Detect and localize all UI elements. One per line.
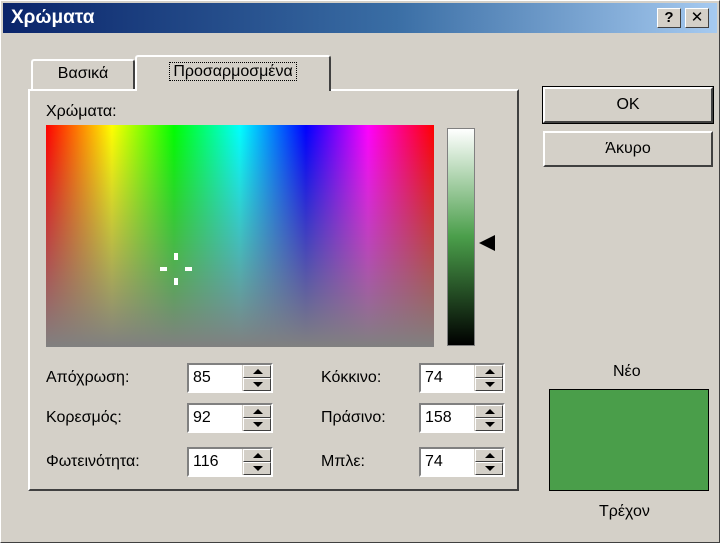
window-title: Χρώματα xyxy=(11,7,95,28)
spin-down-icon xyxy=(253,466,263,471)
spin-up-icon xyxy=(253,453,263,458)
saturation-spinner[interactable] xyxy=(242,405,271,431)
luminance-field[interactable]: 116 xyxy=(187,447,273,477)
luminance-spin-down[interactable] xyxy=(243,462,271,475)
spin-down-icon xyxy=(485,422,495,427)
hue-value: 85 xyxy=(193,369,211,386)
red-spinner[interactable] xyxy=(474,365,503,391)
spin-up-icon xyxy=(485,409,495,414)
red-spin-down[interactable] xyxy=(475,378,503,391)
close-button[interactable]: ✕ xyxy=(685,8,709,28)
tab-custom[interactable]: Προσαρμοσμένα xyxy=(135,55,331,91)
luminance-arrow-icon[interactable] xyxy=(479,235,495,251)
red-spin-up[interactable] xyxy=(475,365,503,378)
title-bar[interactable]: Χρώματα ? ✕ xyxy=(3,3,717,33)
hue-label: Απόχρωση: xyxy=(46,369,130,386)
tab-basic[interactable]: Βασικά xyxy=(31,59,135,89)
luminance-slider[interactable] xyxy=(447,128,475,346)
green-spinner[interactable] xyxy=(474,405,503,431)
green-field[interactable]: 158 xyxy=(419,403,505,433)
spin-up-icon xyxy=(253,409,263,414)
hue-spinner[interactable] xyxy=(242,365,271,391)
spin-up-icon xyxy=(485,453,495,458)
new-color-swatch xyxy=(550,390,708,440)
current-color-label: Τρέχον xyxy=(599,503,650,520)
spin-up-icon xyxy=(485,369,495,374)
red-value: 74 xyxy=(425,369,443,386)
green-spin-up[interactable] xyxy=(475,405,503,418)
hue-spin-down[interactable] xyxy=(243,378,271,391)
spin-down-icon xyxy=(253,422,263,427)
red-label: Κόκκινο: xyxy=(321,369,382,386)
blue-spin-up[interactable] xyxy=(475,449,503,462)
green-label: Πράσινο: xyxy=(321,409,386,426)
luminance-spinner[interactable] xyxy=(242,449,271,475)
help-button[interactable]: ? xyxy=(657,8,681,28)
hue-spin-up[interactable] xyxy=(243,365,271,378)
saturation-spin-up[interactable] xyxy=(243,405,271,418)
hue-field[interactable]: 85 xyxy=(187,363,273,393)
spin-up-icon xyxy=(253,369,263,374)
red-field[interactable]: 74 xyxy=(419,363,505,393)
green-value: 158 xyxy=(425,409,452,426)
color-preview-swatch xyxy=(549,389,709,491)
blue-label: Μπλε: xyxy=(321,453,365,470)
new-color-label: Νέο xyxy=(613,363,641,380)
color-spectrum[interactable] xyxy=(46,125,434,347)
spin-down-icon xyxy=(485,382,495,387)
color-dialog: Χρώματα ? ✕ Βασικά Προσαρμοσμένα Χρώματα… xyxy=(0,0,720,543)
crosshair-icon xyxy=(160,253,192,285)
ok-button[interactable]: OK xyxy=(542,86,714,124)
close-icon: ✕ xyxy=(690,9,704,26)
current-color-swatch xyxy=(550,440,708,490)
saturation-spin-down[interactable] xyxy=(243,418,271,431)
blue-spinner[interactable] xyxy=(474,449,503,475)
tab-custom-label: Προσαρμοσμένα xyxy=(169,62,297,81)
blue-spin-down[interactable] xyxy=(475,462,503,475)
blue-field[interactable]: 74 xyxy=(419,447,505,477)
spin-down-icon xyxy=(253,382,263,387)
luminance-spin-up[interactable] xyxy=(243,449,271,462)
green-spin-down[interactable] xyxy=(475,418,503,431)
luminance-label: Φωτεινότητα: xyxy=(46,453,140,470)
saturation-label: Κορεσμός: xyxy=(46,409,122,426)
cancel-button[interactable]: Άκυρο xyxy=(543,131,713,167)
saturation-value: 92 xyxy=(193,409,211,426)
spin-down-icon xyxy=(485,466,495,471)
saturation-field[interactable]: 92 xyxy=(187,403,273,433)
colors-label: Χρώματα: xyxy=(46,103,117,120)
luminance-value: 116 xyxy=(193,453,219,470)
blue-value: 74 xyxy=(425,453,443,470)
